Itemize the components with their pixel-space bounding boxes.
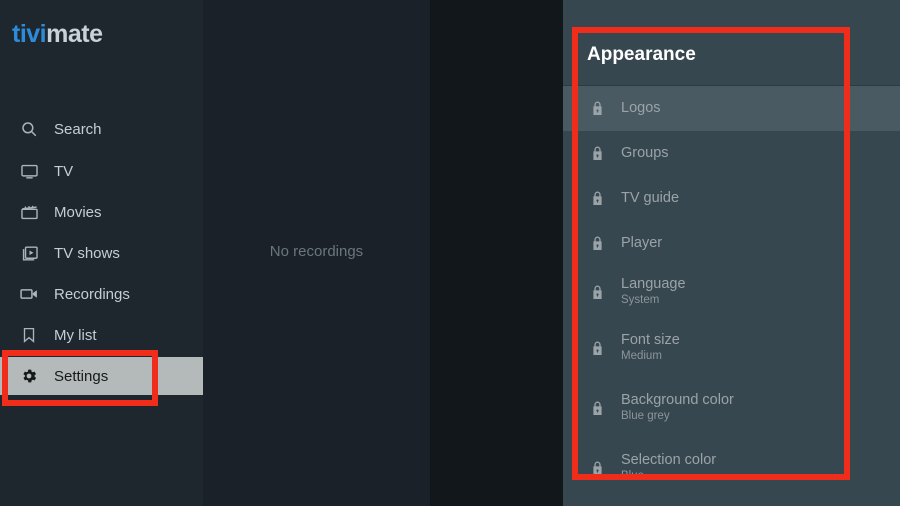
settings-row-title: Player xyxy=(621,235,662,252)
empty-state-label: No recordings xyxy=(203,243,430,260)
settings-row-language[interactable]: Language System xyxy=(563,266,900,318)
settings-list: Logos Groups xyxy=(563,86,900,498)
settings-row-value: Medium xyxy=(621,349,680,364)
settings-row-title: Font size xyxy=(621,332,680,349)
app-logo: tivimate xyxy=(12,20,103,49)
settings-row-title: Logos xyxy=(621,100,661,117)
lock-icon xyxy=(585,340,609,357)
settings-row-player[interactable]: Player xyxy=(563,221,900,266)
settings-row-text: Font size Medium xyxy=(621,332,680,364)
sidebar-item-tv[interactable]: TV xyxy=(0,154,203,188)
sidebar-item-label: Settings xyxy=(54,368,108,385)
settings-row-text: Logos xyxy=(621,100,661,117)
settings-row-title: Selection color xyxy=(621,452,716,469)
sidebar-item-label: Movies xyxy=(54,204,102,221)
settings-row-text: Groups xyxy=(621,145,669,162)
sidebar-item-label: My list xyxy=(54,327,97,344)
settings-row-text: Background color Blue grey xyxy=(621,392,734,424)
lock-icon xyxy=(585,400,609,417)
settings-row-value: System xyxy=(621,293,686,308)
settings-row-background-color[interactable]: Background color Blue grey xyxy=(563,378,900,438)
settings-row-title: TV guide xyxy=(621,190,679,207)
settings-row-value: Blue grey xyxy=(621,409,734,424)
background-gap xyxy=(430,0,563,506)
sidebar-item-my-list[interactable]: My list xyxy=(0,318,203,352)
bookmark-icon xyxy=(12,326,46,344)
tv-icon xyxy=(12,162,46,181)
settings-row-text: Language System xyxy=(621,276,686,308)
appearance-panel: Appearance Logos xyxy=(563,0,900,506)
lock-icon xyxy=(585,145,609,162)
search-icon xyxy=(12,120,46,138)
tivimate-settings-screen: tivimate Search TV xyxy=(0,0,900,506)
sidebar-item-tv-shows[interactable]: TV shows xyxy=(0,236,203,270)
sidebar-item-label: TV xyxy=(54,163,73,180)
settings-row-logos[interactable]: Logos xyxy=(563,86,900,131)
settings-row-title: Groups xyxy=(621,145,669,162)
lock-icon xyxy=(585,235,609,252)
settings-row-value: Blue xyxy=(621,469,716,484)
settings-row-text: TV guide xyxy=(621,190,679,207)
sidebar-item-recordings[interactable]: Recordings xyxy=(0,277,203,311)
logo-text-secondary: mate xyxy=(46,20,102,48)
settings-row-text: Player xyxy=(621,235,662,252)
settings-row-title: Background color xyxy=(621,392,734,409)
sidebar-item-label: TV shows xyxy=(54,245,120,262)
lock-icon xyxy=(585,460,609,477)
page-title: Appearance xyxy=(587,44,696,66)
recordings-icon xyxy=(12,284,46,304)
settings-row-tv-guide[interactable]: TV guide xyxy=(563,176,900,221)
main-sidebar: tivimate Search TV xyxy=(0,0,203,506)
sidebar-item-search[interactable]: Search xyxy=(0,112,203,146)
logo-text-primary: tivi xyxy=(12,20,46,48)
sidebar-item-movies[interactable]: Movies xyxy=(0,195,203,229)
settings-row-font-size[interactable]: Font size Medium xyxy=(563,318,900,378)
settings-row-title: Language xyxy=(621,276,686,293)
sidebar-item-label: Recordings xyxy=(54,286,130,303)
tv-shows-icon xyxy=(12,244,46,263)
sidebar-item-label: Search xyxy=(54,121,102,138)
lock-icon xyxy=(585,284,609,301)
movie-icon xyxy=(12,203,46,222)
settings-row-groups[interactable]: Groups xyxy=(563,131,900,176)
gear-icon xyxy=(12,367,46,385)
lock-icon xyxy=(585,190,609,207)
lock-icon xyxy=(585,100,609,117)
settings-row-selection-color[interactable]: Selection color Blue xyxy=(563,438,900,498)
sidebar-item-settings[interactable]: Settings xyxy=(0,357,207,395)
settings-row-text: Selection color Blue xyxy=(621,452,716,484)
recordings-pane: No recordings xyxy=(203,0,430,506)
panel-header: Appearance xyxy=(563,0,900,86)
